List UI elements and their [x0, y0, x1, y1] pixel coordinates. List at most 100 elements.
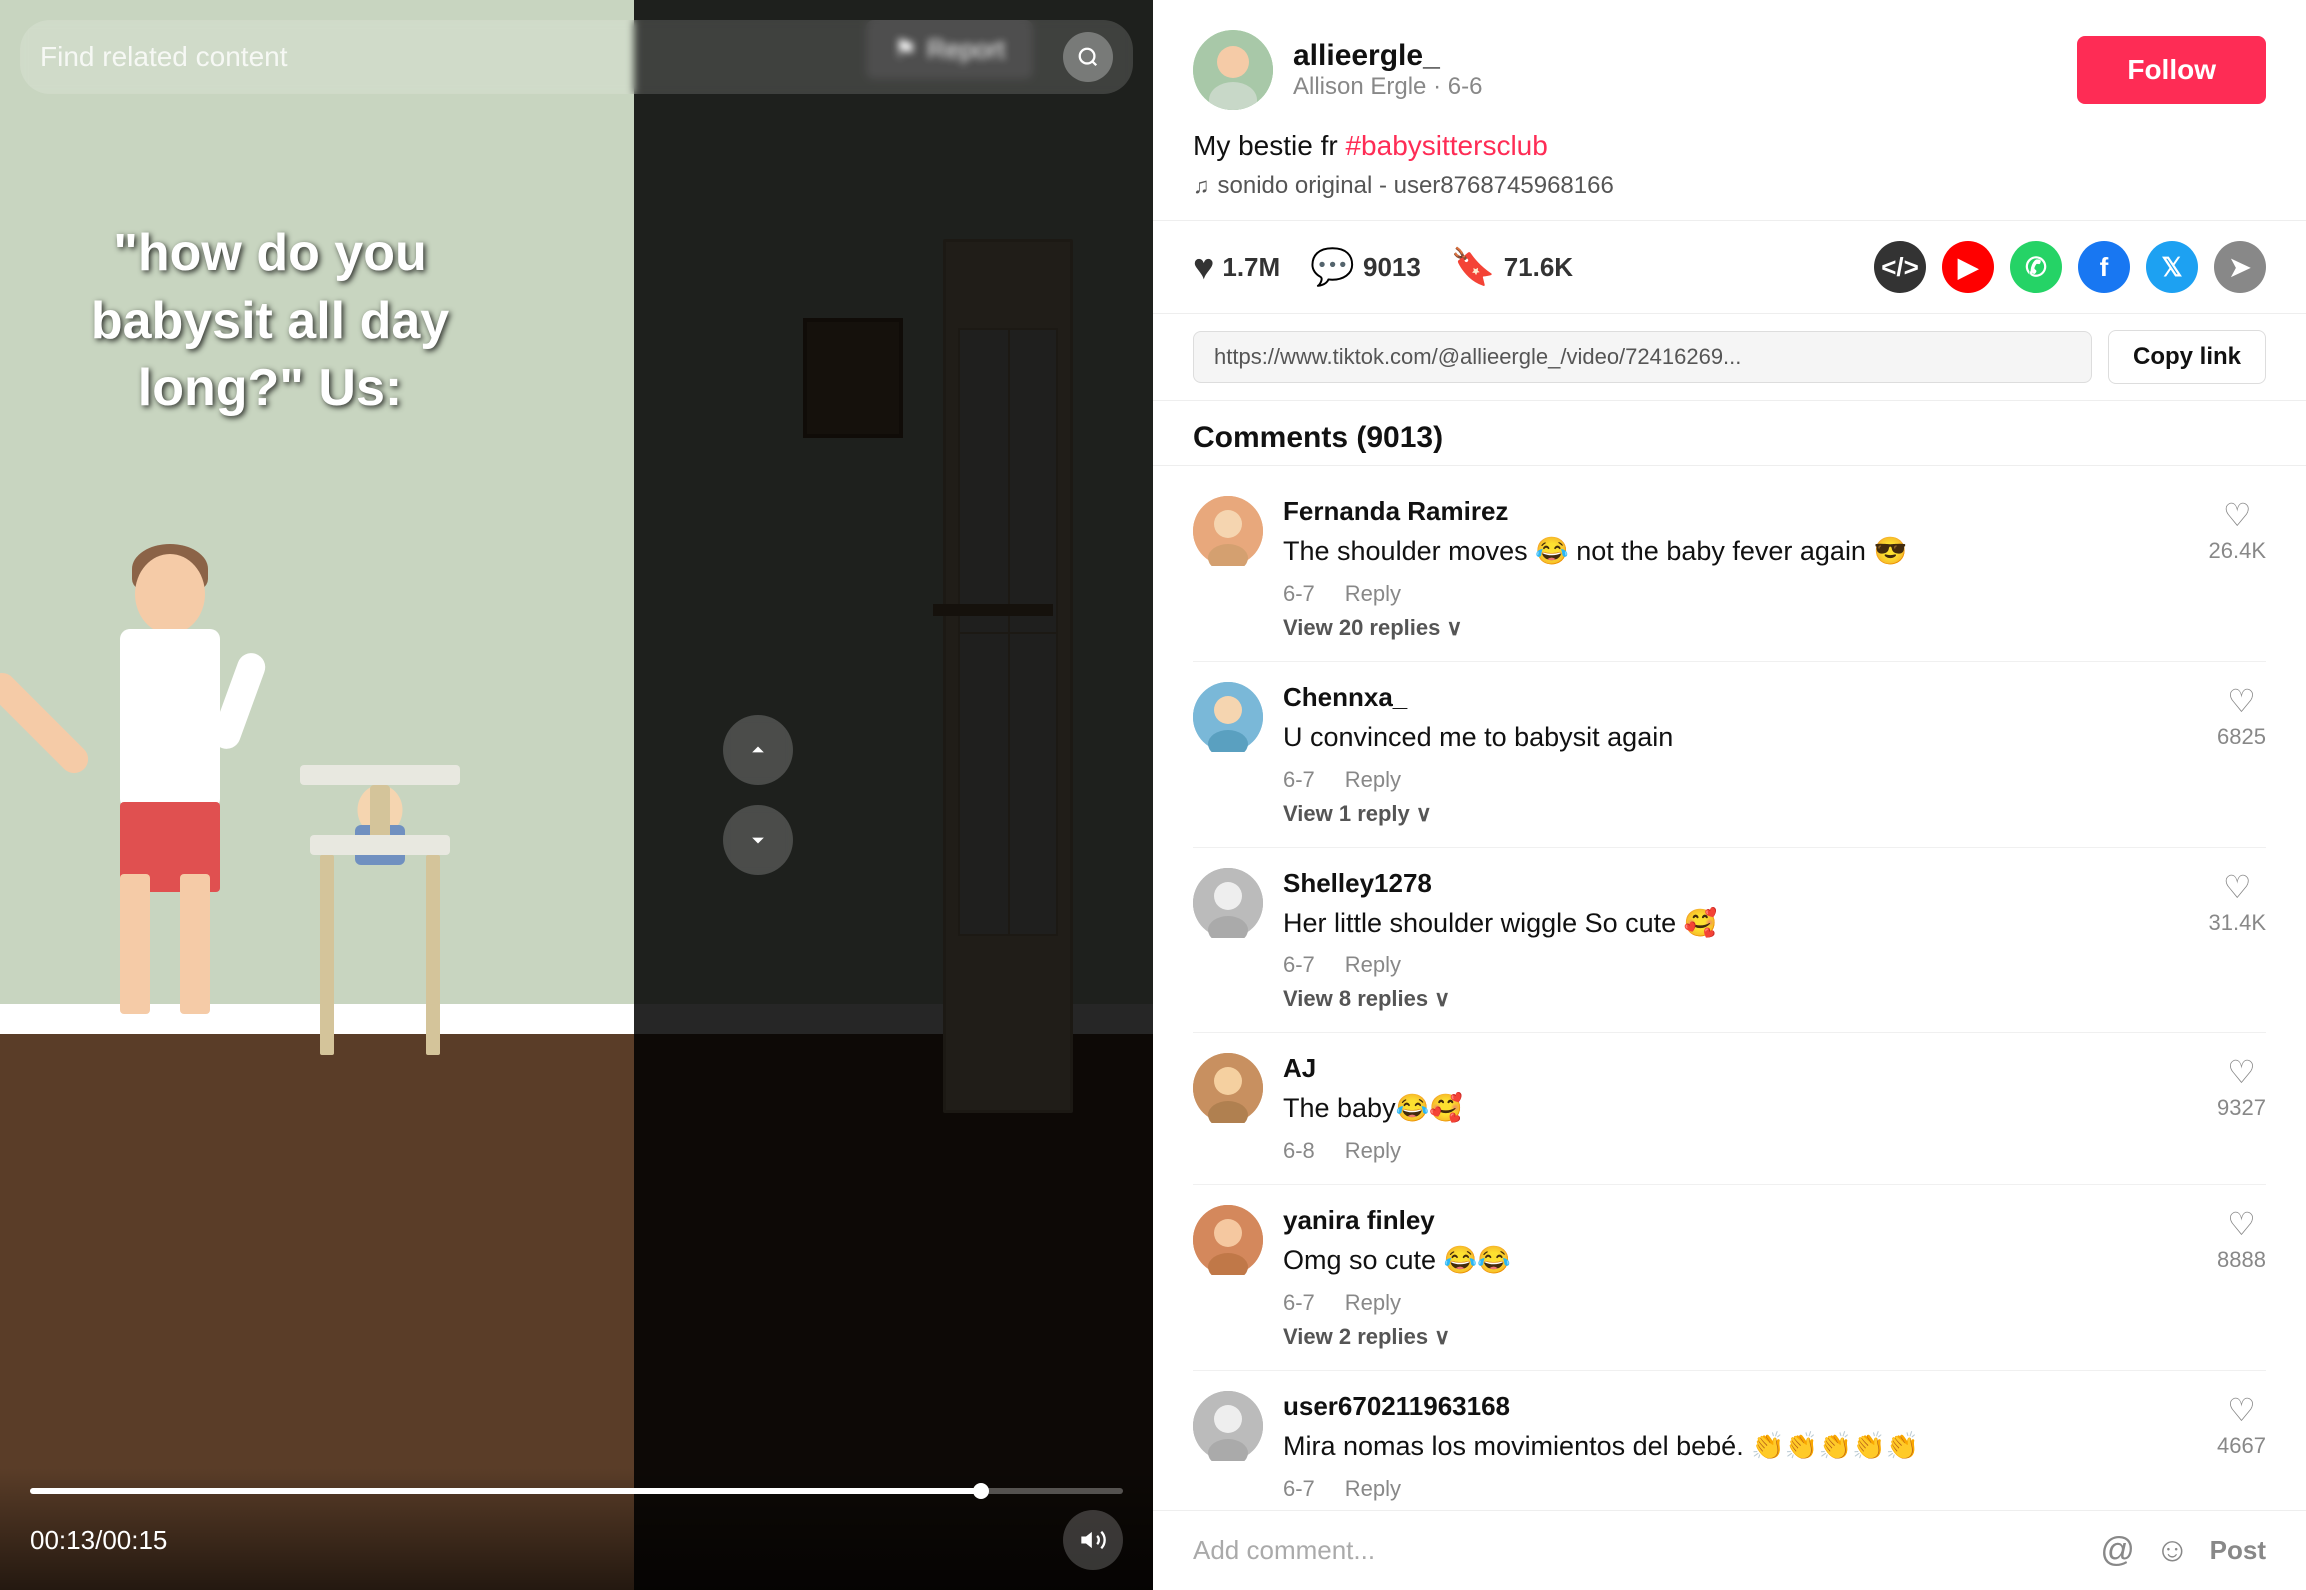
comment-text: The baby😂🥰 — [1283, 1090, 2197, 1128]
search-input[interactable] — [40, 41, 1063, 73]
like-icon[interactable]: ♡ — [2227, 1391, 2256, 1429]
comments-header: Comments (9013) — [1153, 401, 2306, 466]
youtube-share-icon[interactable]: ▶ — [1942, 241, 1994, 293]
commenter-username: Fernanda Ramirez — [1283, 496, 2189, 527]
nav-down-button[interactable] — [723, 805, 793, 875]
post-comment-button[interactable]: Post — [2210, 1535, 2266, 1566]
commenter-avatar — [1193, 496, 1263, 566]
reply-button[interactable]: Reply — [1345, 1290, 1401, 1316]
action-bar: ♥ 1.7M 💬 9013 🔖 71.6K </> ▶ ✆ f 𝕏 ➤ — [1153, 221, 2306, 314]
like-count: 8888 — [2217, 1247, 2266, 1273]
progress-bar[interactable] — [30, 1488, 1123, 1494]
facebook-share-icon[interactable]: f — [2078, 241, 2130, 293]
comment-body: Chennxa_ U convinced me to babysit again… — [1283, 682, 2197, 827]
comments-action[interactable]: 💬 9013 — [1310, 246, 1421, 288]
url-text: https://www.tiktok.com/@allieergle_/vide… — [1193, 331, 2092, 383]
like-icon[interactable]: ♡ — [2227, 1205, 2256, 1243]
like-count: 6825 — [2217, 724, 2266, 750]
like-icon[interactable]: ♡ — [2223, 868, 2252, 906]
music-icon: ♫ — [1193, 173, 1210, 199]
view-replies-button[interactable]: View 1 reply ∨ — [1283, 801, 2197, 827]
comment-like: ♡ 9327 — [2217, 1053, 2266, 1164]
video-caption: My bestie fr #babysittersclub — [1193, 130, 2266, 162]
bookmark-icon: 🔖 — [1451, 246, 1496, 288]
sound-info: ♫ sonido original - user8768745968166 — [1193, 172, 2266, 200]
highchair-leg2 — [426, 855, 440, 1055]
comment-meta: 6-7 Reply — [1283, 1476, 2197, 1502]
code-share-icon[interactable]: </> — [1874, 241, 1926, 293]
view-replies-label: View 1 reply — [1283, 801, 1410, 827]
like-icon[interactable]: ♡ — [2223, 496, 2252, 534]
progress-fill — [30, 1488, 981, 1494]
saves-action[interactable]: 🔖 71.6K — [1451, 246, 1573, 288]
comment-input[interactable] — [1193, 1535, 2080, 1566]
view-replies-button[interactable]: View 2 replies ∨ — [1283, 1324, 2197, 1350]
nav-arrows — [723, 715, 793, 875]
comment-item: Fernanda Ramirez The shoulder moves 😂 no… — [1193, 476, 2266, 662]
comments-count: 9013 — [1363, 252, 1421, 283]
reply-button[interactable]: Reply — [1345, 1138, 1401, 1164]
reply-button[interactable]: Reply — [1345, 1476, 1401, 1502]
likes-action[interactable]: ♥ 1.7M — [1193, 246, 1280, 288]
comment-meta: 6-7 Reply — [1283, 952, 2189, 978]
reply-button[interactable]: Reply — [1345, 952, 1401, 978]
saves-count: 71.6K — [1504, 252, 1573, 283]
creator-info: allieergle_ Allison Ergle · 6-6 — [1193, 30, 1482, 110]
like-icon[interactable]: ♡ — [2227, 682, 2256, 720]
volume-button[interactable] — [1063, 1510, 1123, 1570]
whatsapp-share-icon[interactable]: ✆ — [2010, 241, 2062, 293]
person-figure — [60, 554, 280, 1034]
comments-panel: allieergle_ Allison Ergle · 6-6 Follow M… — [1153, 0, 2306, 1590]
comment-text: The shoulder moves 😂 not the baby fever … — [1283, 533, 2189, 571]
chevron-down-icon: ∨ — [1416, 801, 1432, 827]
comment-date: 6-8 — [1283, 1138, 1315, 1164]
emoji-icon[interactable]: ☺ — [2155, 1531, 2190, 1570]
copy-link-button[interactable]: Copy link — [2108, 330, 2266, 384]
comment-input-area: @ ☺ Post — [1153, 1510, 2306, 1590]
twitter-share-icon[interactable]: 𝕏 — [2146, 241, 2198, 293]
view-replies-button[interactable]: View 8 replies ∨ — [1283, 986, 2189, 1012]
like-icon[interactable]: ♡ — [2227, 1053, 2256, 1091]
comment-body: user670211963168 Mira nomas los movimien… — [1283, 1391, 2197, 1510]
mention-icon[interactable]: @ — [2100, 1531, 2135, 1570]
more-share-icon[interactable]: ➤ — [2214, 241, 2266, 293]
share-icons: </> ▶ ✆ f 𝕏 ➤ — [1874, 241, 2266, 293]
creator-details: allieergle_ Allison Ergle · 6-6 — [1293, 39, 1482, 101]
comment-item: yanira finley Omg so cute 😂😂 6-7 Reply V… — [1193, 1185, 2266, 1371]
person-body — [120, 629, 220, 809]
highchair-seat — [310, 835, 450, 855]
commenter-username: user670211963168 — [1283, 1391, 2197, 1422]
commenter-avatar — [1193, 1391, 1263, 1461]
commenter-username: yanira finley — [1283, 1205, 2197, 1236]
search-icon[interactable] — [1063, 32, 1113, 82]
commenter-username: Chennxa_ — [1283, 682, 2197, 713]
follow-button[interactable]: Follow — [2077, 36, 2266, 104]
comment-like: ♡ 31.4K — [2209, 868, 2267, 1013]
reply-button[interactable]: Reply — [1345, 767, 1401, 793]
hashtag[interactable]: #babysittersclub — [1345, 130, 1547, 161]
comment-meta: 6-7 Reply — [1283, 767, 2197, 793]
comment-like: ♡ 6825 — [2217, 682, 2266, 827]
chevron-down-icon: ∨ — [1434, 986, 1450, 1012]
likes-count: 1.7M — [1222, 252, 1280, 283]
panel-header: allieergle_ Allison Ergle · 6-6 Follow M… — [1153, 0, 2306, 221]
comment-text: Mira nomas los movimientos del bebé. 👏👏👏… — [1283, 1428, 2197, 1466]
highchair-tray — [300, 765, 460, 785]
view-replies-button[interactable]: View 20 replies ∨ — [1283, 615, 2189, 641]
search-bar[interactable] — [20, 20, 1133, 94]
highchair — [300, 765, 460, 1065]
comment-meta: 6-8 Reply — [1283, 1138, 2197, 1164]
nav-up-button[interactable] — [723, 715, 793, 785]
comment-text: U convinced me to babysit again — [1283, 719, 2197, 757]
progress-thumb — [973, 1483, 989, 1499]
comment-date: 6-7 — [1283, 1290, 1315, 1316]
commenter-avatar — [1193, 1053, 1263, 1123]
chevron-down-icon: ∨ — [1446, 615, 1462, 641]
video-dark-overlay — [634, 0, 1153, 1590]
sound-label: sonido original - user8768745968166 — [1218, 172, 1614, 200]
view-replies-label: View 8 replies — [1283, 986, 1428, 1012]
comment-text: Omg so cute 😂😂 — [1283, 1242, 2197, 1280]
commenter-username: AJ — [1283, 1053, 2197, 1084]
comment-item: AJ The baby😂🥰 6-8 Reply ♡ 9327 — [1193, 1033, 2266, 1185]
reply-button[interactable]: Reply — [1345, 581, 1401, 607]
